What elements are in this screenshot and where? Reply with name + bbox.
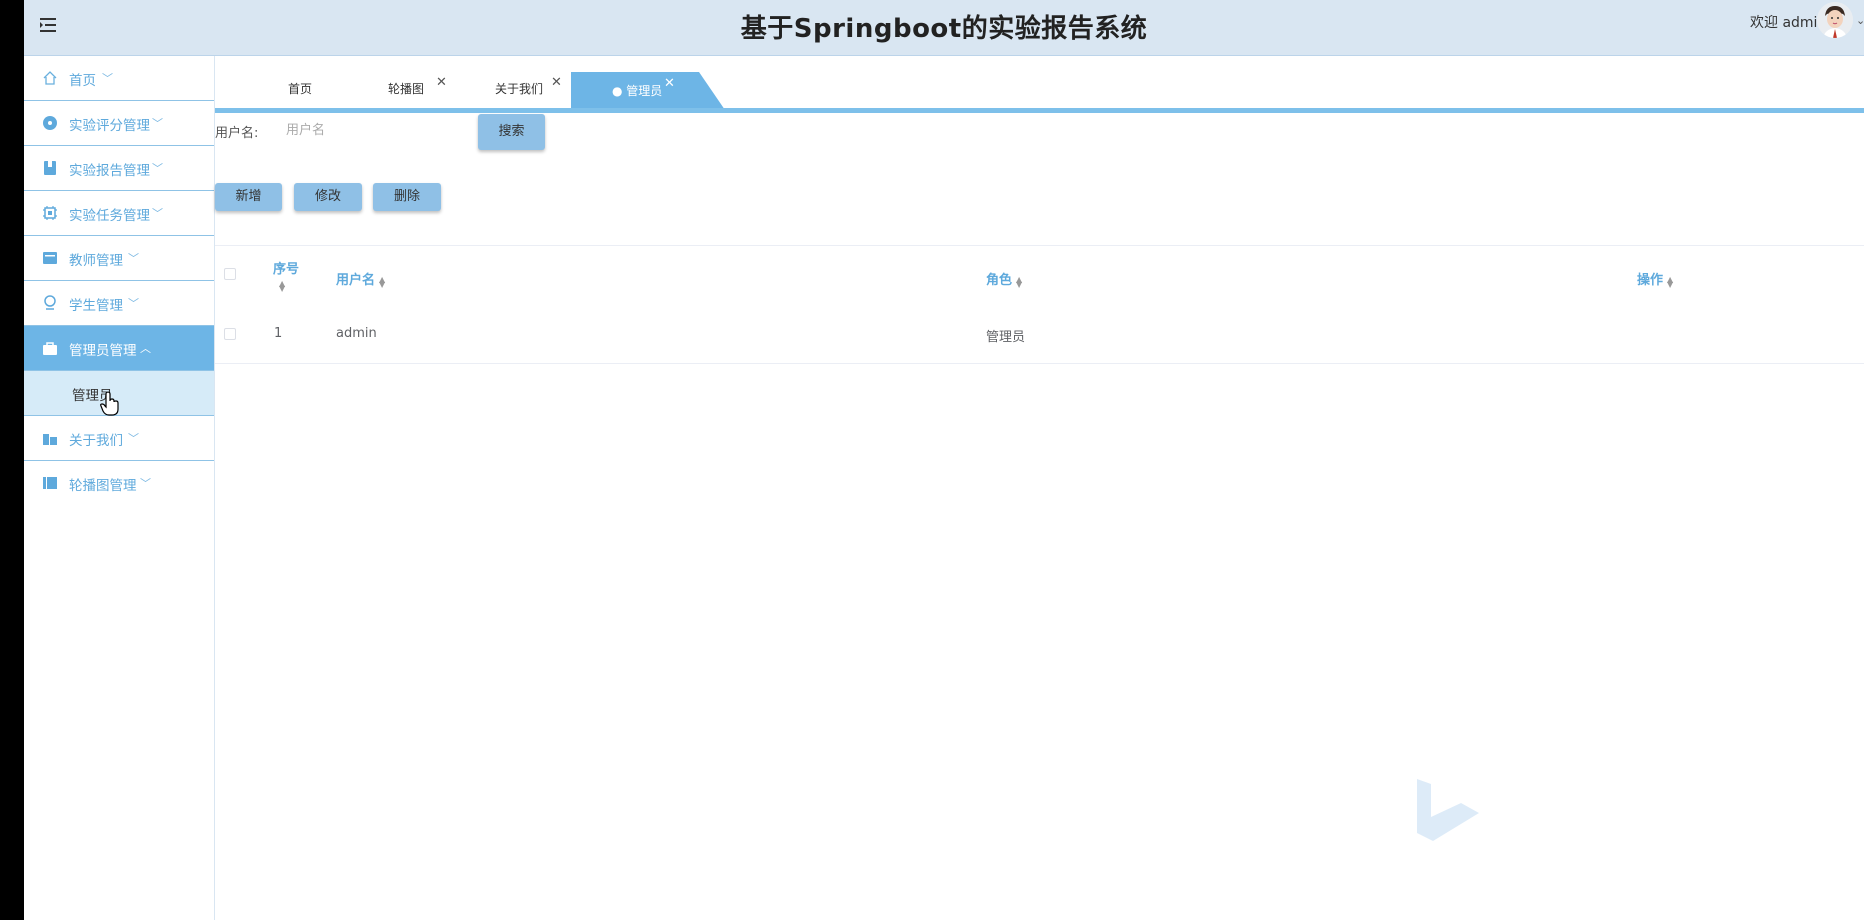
page-title: 基于Springboot的实验报告系统 xyxy=(740,14,1148,44)
add-button[interactable]: 新增 xyxy=(215,183,282,211)
chevron-down-icon: ﹀ xyxy=(128,252,139,265)
sidebar-item-student[interactable]: 学生管理 ﹀ xyxy=(24,281,214,326)
tab-admin[interactable]: ● 管理员 ✕ xyxy=(571,72,725,110)
table-row[interactable]: 1 admin 管理员 xyxy=(215,311,1864,364)
close-icon[interactable]: ✕ xyxy=(436,75,447,90)
column-header-actions[interactable]: 操作 ▲ ▼ xyxy=(1637,269,1675,288)
search-label: 用户名: xyxy=(215,126,259,141)
chevron-down-icon: ﹀ xyxy=(152,117,163,130)
sidebar-item-teacher[interactable]: 教师管理 ﹀ xyxy=(24,236,214,281)
tab-about[interactable]: 关于我们 ✕ xyxy=(495,75,562,97)
avatar[interactable] xyxy=(1817,2,1853,38)
chevron-down-icon: ﹀ xyxy=(102,72,113,85)
chevron-down-icon[interactable]: ⌄ xyxy=(1856,14,1864,27)
chevron-down-icon: ﹀ xyxy=(128,297,139,310)
tab-bar: 首页 轮播图 ✕ 关于我们 ✕ ● 管理员 ✕ xyxy=(215,56,1864,114)
sidebar-item-report[interactable]: 实验报告管理 ﹀ xyxy=(24,146,214,191)
column-header-username[interactable]: 用户名 ▲ ▼ xyxy=(336,269,387,288)
close-icon[interactable]: ✕ xyxy=(664,76,675,91)
welcome-text: 欢迎 admin xyxy=(1750,15,1827,31)
person-icon xyxy=(42,295,58,311)
tab-underline xyxy=(215,108,1864,113)
chevron-up-icon: ︿ xyxy=(140,342,151,355)
tab-label: ● 管理员 xyxy=(612,84,663,98)
columns-icon xyxy=(42,475,58,491)
tab-home[interactable]: 首页 xyxy=(288,80,312,97)
sidebar-item-label: 首页 xyxy=(69,73,96,89)
sidebar-item-label: 关于我们 xyxy=(69,433,123,449)
book-icon xyxy=(42,160,58,176)
sidebar-item-home[interactable]: 首页 ﹀ xyxy=(24,56,214,101)
row-checkbox[interactable] xyxy=(224,328,236,340)
tab-carousel[interactable]: 轮播图 ✕ xyxy=(388,75,447,97)
chevron-down-icon: ﹀ xyxy=(152,162,163,175)
sidebar-item-label: 学生管理 xyxy=(69,298,123,314)
select-all-checkbox[interactable] xyxy=(224,268,236,280)
close-icon[interactable]: ✕ xyxy=(551,75,562,90)
bag-icon xyxy=(42,340,58,356)
chevron-down-icon: ﹀ xyxy=(152,207,163,220)
app-window: 基于Springboot的实验报告系统 欢迎 admin ⌄ 首页 ﹀ 实验评分… xyxy=(24,0,1864,920)
sidebar-item-score[interactable]: 实验评分管理 ﹀ xyxy=(24,101,214,146)
card-icon xyxy=(42,250,58,266)
sort-icon[interactable]: ▲ ▼ xyxy=(1667,275,1675,288)
building-icon xyxy=(42,430,58,446)
sidebar-item-about[interactable]: 关于我们 ﹀ xyxy=(24,416,214,461)
column-header-role[interactable]: 角色 ▲ ▼ xyxy=(986,269,1024,288)
sidebar-item-label: 实验报告管理 xyxy=(69,163,150,179)
sidebar-item-task[interactable]: 实验任务管理 ﹀ xyxy=(24,191,214,236)
sidebar-item-label: 实验评分管理 xyxy=(69,118,150,134)
top-header: 基于Springboot的实验报告系统 欢迎 admin ⌄ xyxy=(24,0,1864,56)
cell-index: 1 xyxy=(274,326,283,341)
sidebar-item-carousel[interactable]: 轮播图管理 ﹀ xyxy=(24,461,214,506)
search-button[interactable]: 搜索 xyxy=(478,114,545,150)
chevron-down-icon: ﹀ xyxy=(128,432,139,445)
sidebar-item-label: 实验任务管理 xyxy=(69,208,150,224)
table-header: 序号 ▲ ▼ 用户名 ▲ ▼ 角色 ▲ ▼ 操作 ▲ ▼ xyxy=(215,245,1864,311)
home-icon xyxy=(42,70,58,86)
sidebar-item-label: 管理员管理 xyxy=(69,343,137,359)
disc-icon xyxy=(42,115,58,131)
delete-button[interactable]: 删除 xyxy=(373,183,441,211)
sort-icon[interactable]: ▲ ▼ xyxy=(279,280,287,293)
sort-icon[interactable]: ▲ ▼ xyxy=(1016,275,1024,288)
sidebar-item-admin[interactable]: 管理员管理 ︿ xyxy=(24,326,214,371)
cell-username: admin xyxy=(336,326,377,341)
cell-role: 管理员 xyxy=(986,330,1026,345)
chip-icon xyxy=(42,205,58,221)
chevron-down-icon: ﹀ xyxy=(140,477,151,490)
hand-cursor-icon xyxy=(100,391,120,420)
edit-button[interactable]: 修改 xyxy=(294,183,362,211)
column-header-index[interactable]: 序号 ▲ ▼ xyxy=(273,258,299,293)
sidebar: 首页 ﹀ 实验评分管理 ﹀ 实验报告管理 ﹀ 实验任务管理 ﹀ 教师管理 ﹀ 学… xyxy=(24,56,215,920)
search-input[interactable] xyxy=(280,116,492,144)
bing-watermark-icon xyxy=(1415,775,1485,845)
sidebar-item-label: 轮播图管理 xyxy=(69,478,137,494)
sidebar-item-label: 教师管理 xyxy=(69,253,123,269)
sort-icon[interactable]: ▲ ▼ xyxy=(379,275,387,288)
